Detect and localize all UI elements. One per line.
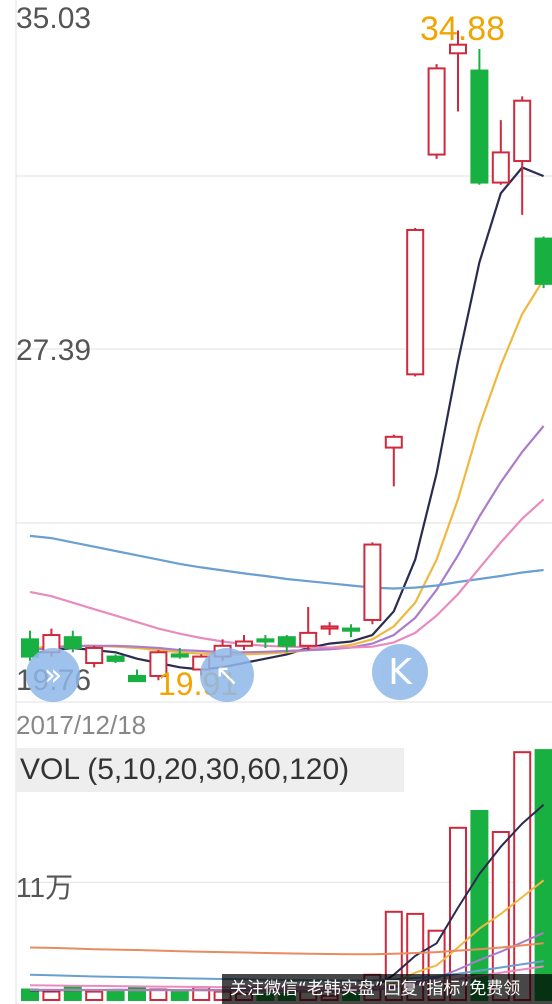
candle-body [384, 435, 403, 449]
candle-body [235, 640, 253, 647]
candle-body [106, 655, 125, 662]
volume-bar [106, 990, 125, 1001]
candle-body [320, 625, 339, 630]
candle-body [299, 631, 318, 647]
kline-toggle-button[interactable]: K [372, 644, 428, 700]
back-arrow-icon[interactable]: ↖ [200, 648, 254, 702]
candle-body [342, 627, 360, 632]
volume-bar [85, 990, 104, 1001]
ma-line [29, 498, 545, 649]
candle-body [170, 653, 189, 658]
candle-body [128, 674, 146, 683]
candlesticks [21, 30, 552, 683]
kline-chart [15, 0, 552, 1004]
candle-body [491, 151, 510, 184]
candle-body [513, 99, 532, 163]
candle-body [85, 646, 104, 665]
watermark-banner: 关注微信“老韩实盘”回复“指标”免费领 [222, 974, 552, 1004]
expand-icon[interactable]: » [26, 648, 80, 702]
candle-body [256, 638, 275, 643]
candle-body [363, 543, 382, 621]
max-price-annotation: 34.88 [420, 10, 506, 48]
ma-line [29, 166, 545, 671]
ma-line [29, 278, 545, 656]
ma-line [29, 425, 545, 654]
date-label: 2017/12/18 [16, 710, 147, 740]
candle-body [406, 228, 425, 376]
volume-bar [42, 990, 61, 1001]
ma-line [29, 534, 544, 590]
volume-indicator-header[interactable]: VOL (5,10,20,30,60,120) [16, 748, 404, 792]
candle-body [470, 69, 489, 184]
candle-body [63, 636, 82, 649]
volume-bar [170, 990, 189, 1001]
price-moving-averages [29, 166, 545, 671]
candle-body [534, 237, 552, 285]
price-axis-mid: 27.39 [16, 334, 92, 367]
price-axis-high: 35.03 [16, 2, 92, 35]
candle-body [277, 636, 296, 647]
volume-axis-label: 11万 [16, 872, 74, 903]
candle-body [427, 67, 446, 156]
